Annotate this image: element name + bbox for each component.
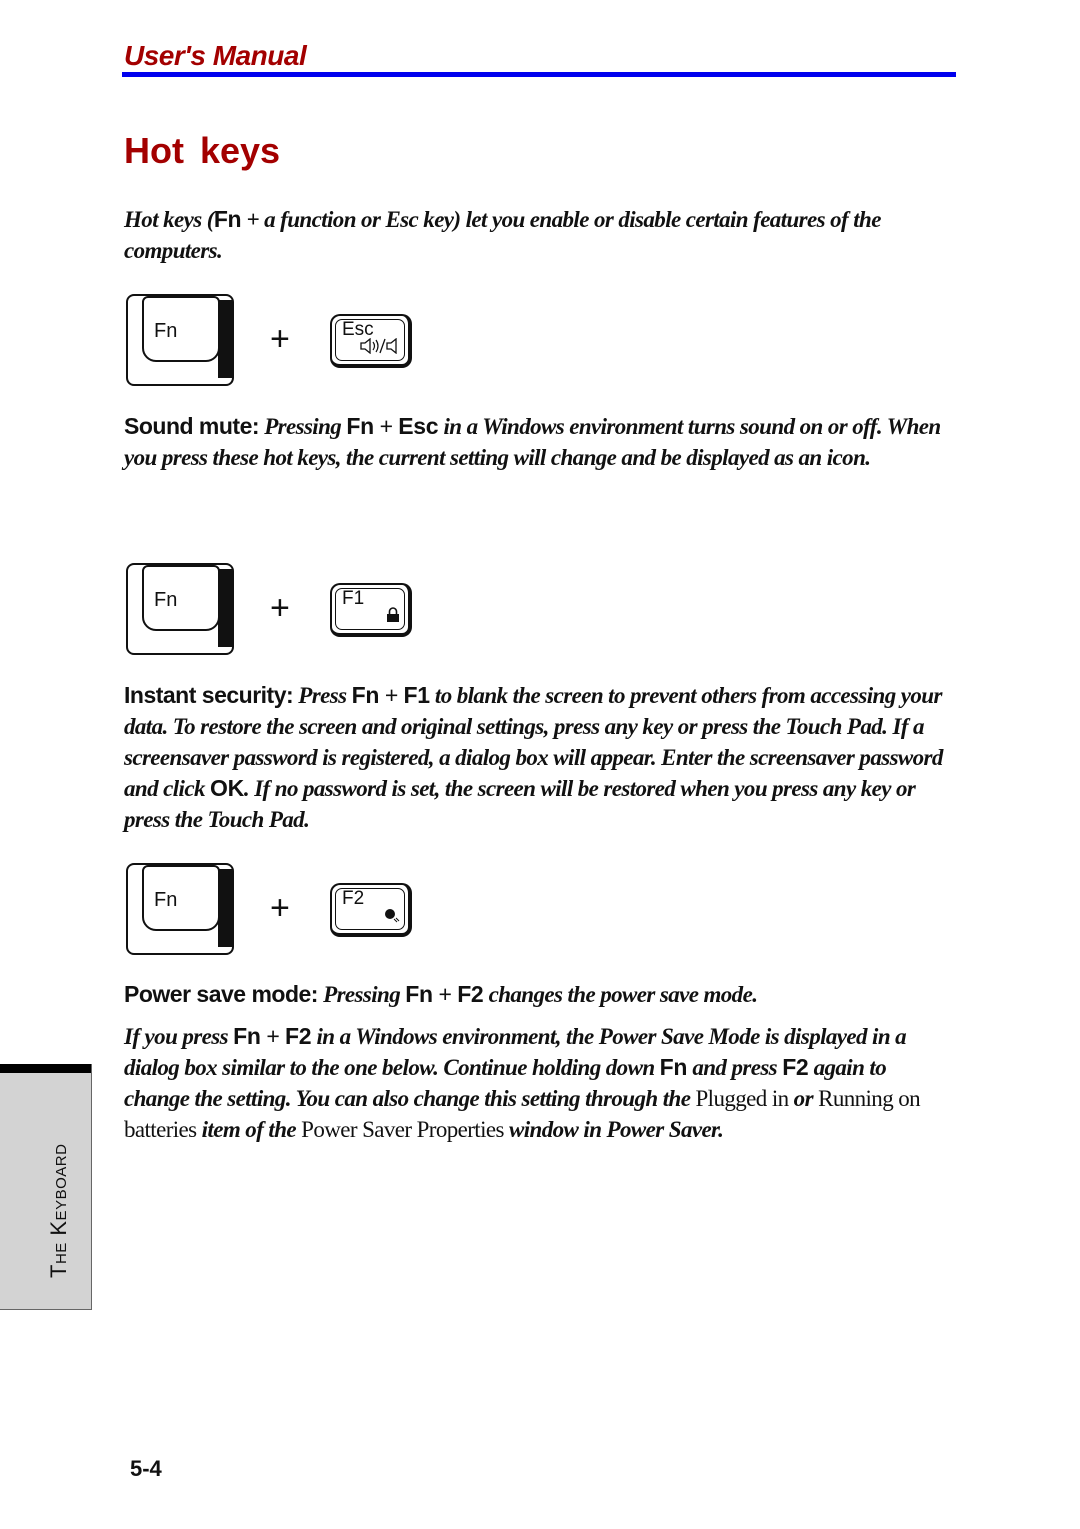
esc-key-illustration: Esc [330,314,412,368]
intro-text: Hot keys ( [124,207,214,232]
instant-security-heading: Instant security: [124,682,294,708]
detail-text: item of the [196,1117,302,1142]
plus-sign: + [270,889,290,927]
lock-icon [386,607,400,627]
intro-paragraph: Hot keys (Fn + a function or Esc key) le… [124,204,954,266]
key-combo-fn-esc: Fn + Esc [124,294,424,394]
chapter-tab-label: The Keyboard [46,1143,71,1278]
key-name-fn: Fn [346,413,374,439]
key-name-f2: F2 [285,1023,312,1049]
plus-sign: + [270,589,290,627]
power-save-description: Power save mode: Pressing Fn + F2 change… [124,979,954,1010]
plugged-in-item-name: Plugged in [695,1086,789,1111]
power-save-bulb-icon [384,907,400,927]
power-save-heading: Power save mode: [124,981,318,1007]
detail-text: or [788,1086,819,1111]
key-combo-fn-f2: Fn + F2 [124,863,424,963]
sound-mute-description: Sound mute: Pressing Fn + Esc in a Windo… [124,411,954,473]
detail-text: and press [687,1055,783,1080]
plus-sign: + [270,320,290,358]
key-name-fn: Fn [659,1054,688,1080]
plus-text: + [373,413,399,439]
key-name-f2: F2 [782,1054,809,1080]
description-text: Press [293,683,352,708]
fn-key-illustration: Fn [126,863,234,955]
description-text: Pressing [317,982,406,1007]
plus-text: + [260,1023,286,1049]
ok-button-name: OK [210,775,244,801]
plus-text: + [432,981,458,1007]
header-rule [122,72,956,77]
chapter-side-tab: The Keyboard [0,1064,92,1310]
key-name-fn: Fn [405,981,433,1007]
manual-header-title: User's Manual [124,40,307,71]
key-name-f1: F1 [403,682,431,708]
f1-key-label: F1 [342,588,365,609]
key-name-fn: Fn [351,682,380,708]
sound-mute-heading: Sound mute: [124,413,260,439]
section-title: Hot keys [124,130,281,171]
key-name-f2: F2 [457,981,484,1007]
speaker-on-off-icon [360,337,400,358]
fn-key-label: Fn [154,889,178,911]
f2-key-illustration: F2 [330,883,412,937]
key-combo-fn-f1: Fn + F1 [124,563,424,663]
key-name-fn: Fn [233,1023,261,1049]
description-text: Pressing [259,414,347,439]
power-saver-properties-window-name: Power Saver Properties [301,1117,504,1142]
plus-text: + [379,682,404,708]
description-text: changes the power save mode. [483,982,758,1007]
key-name-fn: Fn [213,206,242,232]
fn-key-label: Fn [154,589,178,611]
power-save-detail-paragraph: If you press Fn + F2 in a Windows enviro… [124,1021,954,1145]
detail-text: If you press [124,1024,234,1049]
f1-key-illustration: F1 [330,583,412,637]
f2-key-label: F2 [342,888,365,909]
page-number: 5-4 [130,1456,162,1481]
detail-text: window in Power Saver. [503,1117,724,1142]
fn-key-label: Fn [154,320,178,342]
fn-key-illustration: Fn [126,294,234,386]
fn-key-illustration: Fn [126,563,234,655]
key-name-esc: Esc [398,413,439,439]
instant-security-description: Instant security: Press Fn + F1 to blank… [124,680,954,835]
